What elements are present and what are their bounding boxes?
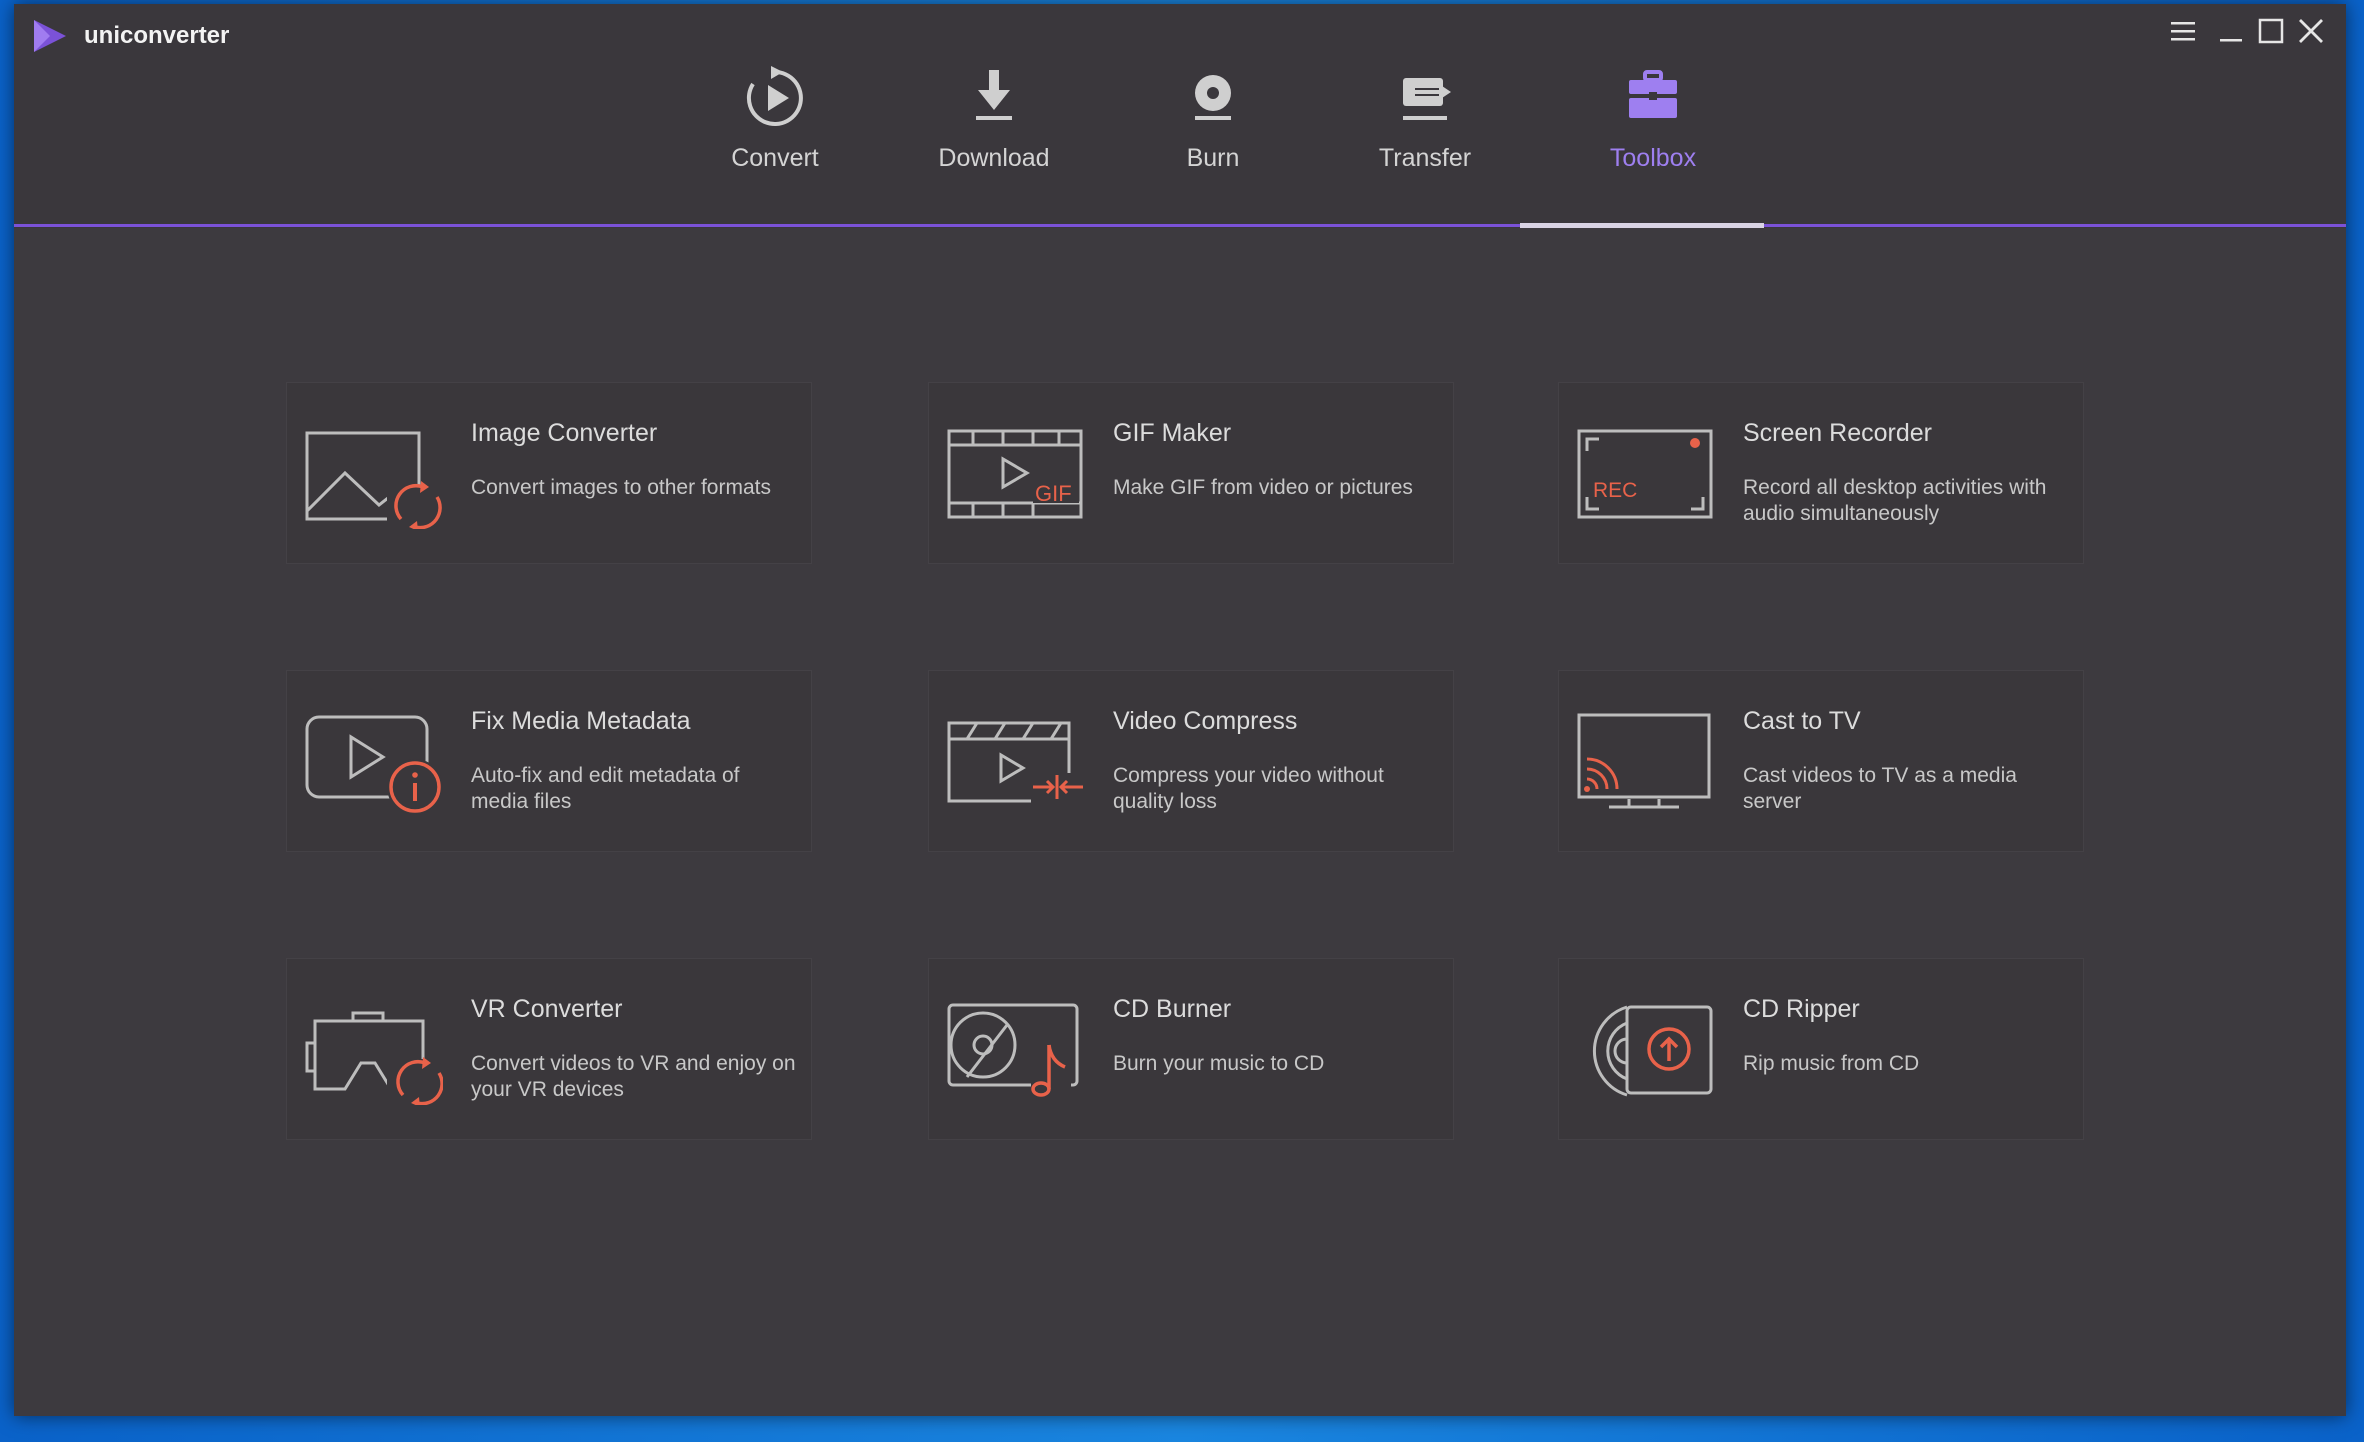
burn-icon [1195,75,1231,120]
maximize-button[interactable] [2252,14,2290,48]
fix-metadata-icon [305,715,443,815]
download-icon [976,70,1012,120]
tool-card-vr-converter[interactable]: VR Converter Convert videos to VR and en… [286,958,812,1140]
app-window: uniconverter Convert Download Burn Trans… [14,4,2346,1416]
tab-transfer[interactable]: Transfer [1330,60,1520,180]
app-brand: uniconverter [30,16,229,56]
tool-title: Image Converter [471,419,658,447]
tool-card-image-converter[interactable]: Image Converter Convert images to other … [286,382,812,564]
tool-card-gif-maker[interactable]: GIF GIF Maker Make GIF from video or pic… [928,382,1454,564]
tool-title: GIF Maker [1113,419,1232,447]
minimize-button[interactable] [2212,14,2250,48]
tool-description: Rip music from CD [1743,1052,1920,1075]
tool-description: Cast videos to TV as a media server [1743,764,2017,813]
tab-convert-label: Convert [731,144,819,172]
tool-description: Auto-fix and edit metadata of media file… [471,764,740,813]
tab-bar-divider [14,224,2346,227]
tab-burn-label: Burn [1186,144,1240,172]
tab-download-label: Download [938,144,1050,172]
tab-convert[interactable]: Convert [680,60,870,180]
tool-card-screen-recorder[interactable]: REC Screen Recorder Record all desktop a… [1558,382,2084,564]
cd-burner-icon [947,1003,1079,1099]
tab-burn[interactable]: Burn [1118,60,1308,180]
tab-transfer-label: Transfer [1378,144,1472,172]
tool-title: CD Burner [1113,995,1232,1023]
close-icon [2299,19,2323,43]
maximize-icon [2258,18,2284,44]
tool-card-fix-media-metadata[interactable]: Fix Media Metadata Auto-fix and edit met… [286,670,812,852]
tool-description: Make GIF from video or pictures [1113,476,1413,499]
tab-download[interactable]: Download [899,60,1089,180]
tool-description: Convert images to other formats [471,476,771,499]
menu-icon [2171,22,2195,41]
convert-icon [746,66,803,126]
tool-title: Video Compress [1113,707,1298,735]
tool-title: VR Converter [471,995,623,1023]
tool-title: CD Ripper [1743,995,1860,1023]
tool-description: Record all desktop activities with audio… [1743,476,2047,525]
app-title: uniconverter [84,22,230,49]
video-compress-icon [947,721,1085,803]
tool-description: Burn your music to CD [1113,1052,1325,1075]
tool-card-cast-to-tv[interactable]: Cast to TV Cast videos to TV as a media … [1558,670,2084,852]
gif-icon-label: GIF [1035,481,1072,506]
tab-toolbox[interactable]: Toolbox [1558,60,1748,180]
menu-button[interactable] [2164,14,2202,48]
tool-description: Convert videos to VR and enjoy on your V… [471,1052,796,1101]
transfer-icon [1403,78,1451,120]
cast-to-tv-icon [1577,713,1711,809]
close-button[interactable] [2292,14,2330,48]
tool-title: Cast to TV [1743,707,1861,735]
tool-card-cd-burner[interactable]: CD Burner Burn your music to CD [928,958,1454,1140]
tab-toolbox-label: Toolbox [1609,144,1697,172]
cd-ripper-icon [1593,1005,1713,1097]
screen-recorder-icon: REC [1577,429,1713,519]
top-navigation-bar: uniconverter Convert Download Burn Trans… [14,4,2346,228]
gif-maker-icon: GIF [947,429,1083,519]
tool-title: Screen Recorder [1743,419,1932,447]
vr-converter-icon [305,1011,443,1105]
tool-description: Compress your video without quality loss [1113,764,1384,813]
tool-card-cd-ripper[interactable]: CD Ripper Rip music from CD [1558,958,2084,1140]
tool-card-video-compress[interactable]: Video Compress Compress your video witho… [928,670,1454,852]
active-tab-indicator [1520,223,1764,228]
tool-title: Fix Media Metadata [471,707,691,735]
minimize-icon [2220,39,2242,42]
image-converter-icon [305,431,442,529]
toolbox-icon [1629,70,1677,118]
rec-icon-label: REC [1593,479,1637,502]
app-logo-icon [34,20,66,52]
